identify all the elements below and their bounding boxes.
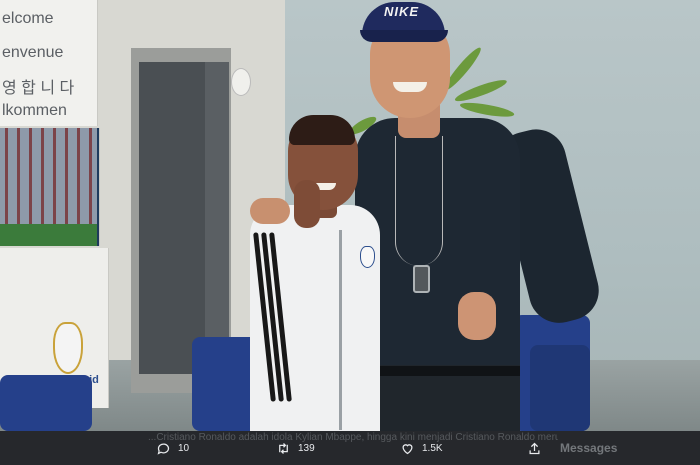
like-count: 1.5K bbox=[422, 442, 443, 454]
club-crest-icon bbox=[53, 322, 83, 374]
wall-fixture bbox=[231, 68, 251, 96]
cap-bill bbox=[360, 30, 448, 42]
cap-logo: NIKE bbox=[384, 4, 420, 19]
welcome-banner: elcome envenue 영 합 니 다 lkommen bbox=[0, 0, 98, 126]
retweet-icon bbox=[279, 442, 288, 454]
thumbs-up-hand bbox=[458, 292, 496, 340]
speech-bubble-icon bbox=[157, 443, 170, 455]
jacket-crest-icon bbox=[360, 246, 375, 268]
necklace-chain bbox=[395, 136, 443, 266]
hand-on-shoulder bbox=[250, 198, 290, 224]
door bbox=[139, 62, 205, 374]
sofa-left bbox=[0, 375, 92, 431]
heart-icon bbox=[402, 443, 413, 454]
share-icon bbox=[529, 442, 540, 454]
door-edge bbox=[205, 62, 229, 374]
peace-sign-hand bbox=[294, 180, 320, 228]
sofa-right-arm bbox=[530, 345, 590, 431]
reply-button[interactable]: 10 bbox=[156, 440, 189, 456]
jacket-zip bbox=[339, 230, 342, 430]
retweet-button[interactable]: 139 bbox=[276, 440, 315, 456]
like-button[interactable]: 1.5K bbox=[400, 440, 443, 456]
short-person-hair bbox=[289, 115, 355, 145]
tweet-action-bar: ...Cristiano Ronaldo adalah idola Kylian… bbox=[0, 431, 700, 465]
banner-word: lkommen bbox=[2, 102, 67, 119]
pitch bbox=[0, 224, 97, 246]
banner-word: envenue bbox=[2, 44, 64, 61]
tall-person-smile bbox=[393, 82, 427, 92]
team-photo-poster bbox=[0, 128, 100, 246]
share-button[interactable] bbox=[527, 440, 549, 456]
dog-tag-pendant bbox=[413, 265, 430, 293]
tweet-caption: ...Cristiano Ronaldo adalah idola Kylian… bbox=[148, 432, 558, 443]
reply-count: 10 bbox=[178, 442, 190, 454]
belt bbox=[380, 366, 520, 376]
banner-word: 영 합 니 다 bbox=[2, 80, 75, 97]
photo: elcome envenue 영 합 니 다 lkommen adrid NIK… bbox=[0, 0, 700, 431]
messages-label[interactable]: Messages bbox=[560, 441, 617, 455]
banner-word: elcome bbox=[2, 10, 54, 27]
retweet-count: 139 bbox=[298, 442, 315, 454]
